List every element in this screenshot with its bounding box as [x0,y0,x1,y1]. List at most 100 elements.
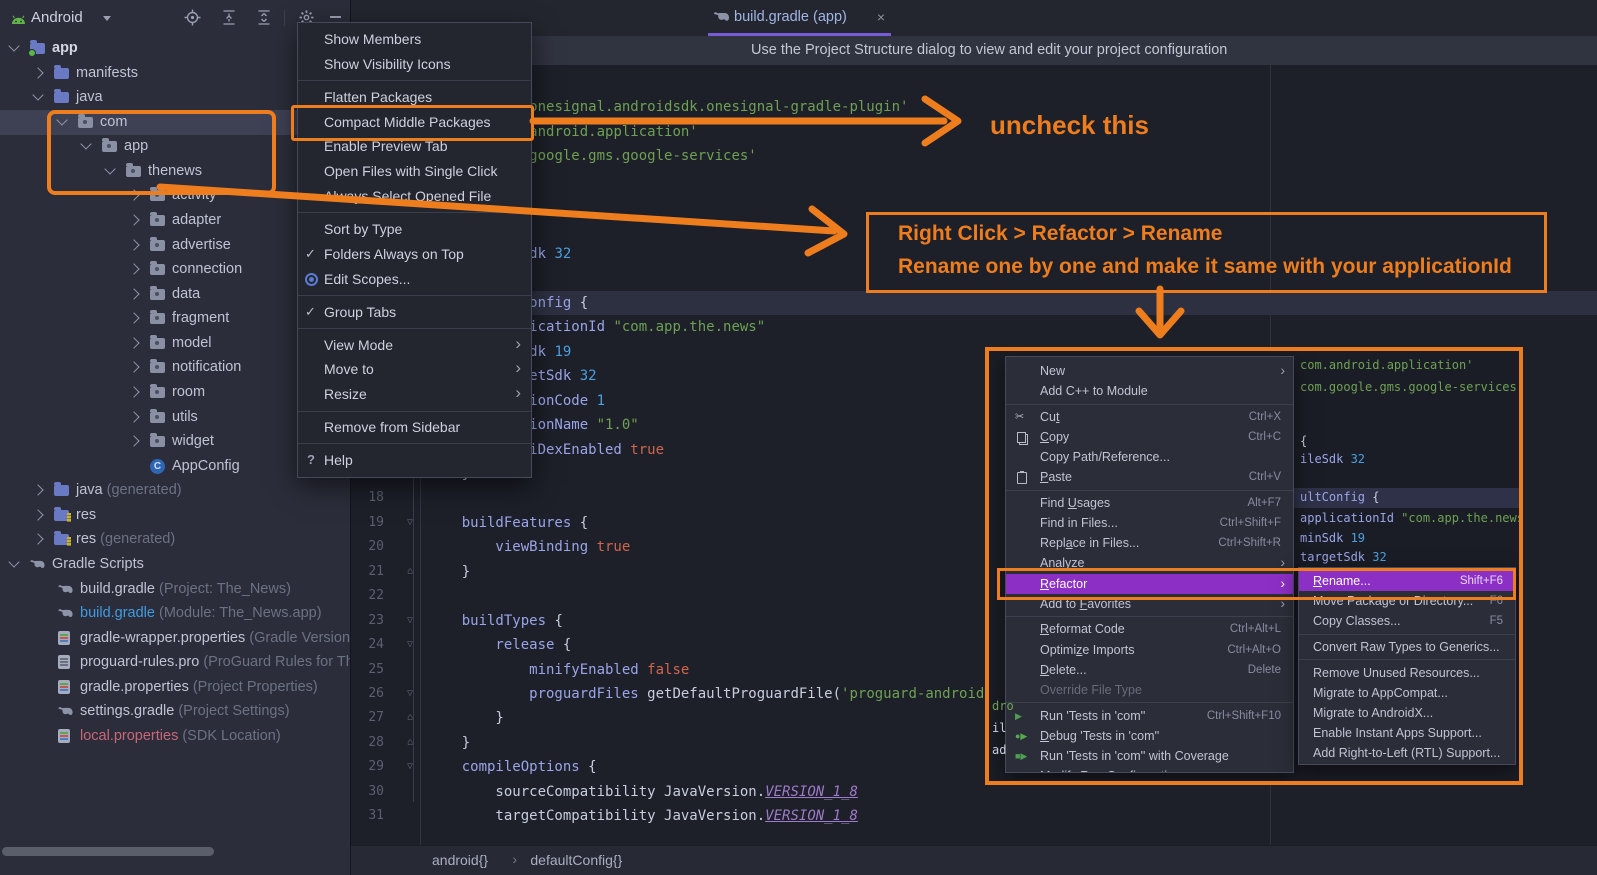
folder-icon [54,485,69,496]
inset-menu-item-add-right-to-left-rtl-support-[interactable]: Add Right-to-Left (RTL) Support... [1299,743,1515,763]
locate-file-icon[interactable] [184,9,201,26]
tree-item-settings-gradle[interactable]: settings.gradle (Project Settings) [0,699,351,724]
tree-item-label: gradle.properties (Project Properties) [80,675,318,700]
inset-menu-item-paste[interactable]: PasteCtrl+V [1006,467,1293,487]
fold-end-icon[interactable]: ⌂ [402,731,418,755]
inset-menu-item-enable-instant-apps-support-[interactable]: Enable Instant Apps Support... [1299,723,1515,743]
tree-item-suffix: (Project Settings) [174,703,289,719]
tree-item-build-gradle[interactable]: build.gradle (Module: The_News.app) [0,601,351,626]
menu-item-edit-scopes-[interactable]: Edit Scopes... [298,267,531,292]
token: "com.app.the.news" [1401,511,1523,525]
close-icon[interactable]: × [877,9,885,25]
menu-item-show-members[interactable]: Show Members [298,27,531,52]
chevron-right-icon[interactable] [128,386,139,397]
inset-menu-item-add-c-to-module[interactable]: Add C++ to Module [1006,381,1293,401]
inset-menu-item-reformat-code[interactable]: Reformat CodeCtrl+Alt+L [1006,619,1293,639]
fold-open-icon[interactable]: ▽ [402,755,418,779]
menu-item-label: Always Select Opened File [324,188,491,204]
inset-menu-item-delete-[interactable]: Delete...Delete [1006,660,1293,680]
menu-item-view-mode[interactable]: View Mode› [298,333,531,358]
inset-menu-item-migrate-to-androidx-[interactable]: Migrate to AndroidX... [1299,703,1515,723]
hide-panel-icon[interactable] [330,16,341,18]
inset-menu-item-remove-unused-resources-[interactable]: Remove Unused Resources... [1299,663,1515,683]
chevron-right-icon[interactable] [128,313,139,324]
chevron-down-icon[interactable] [8,40,19,51]
project-options-menu: Show MembersShow Visibility IconsFlatten… [297,22,532,478]
inset-menu-item-copy-classes-[interactable]: Copy Classes...F5 [1299,611,1515,631]
chevron-right-icon[interactable] [128,435,139,446]
horizontal-scrollbar[interactable] [2,847,214,856]
tree-item-res[interactable]: res [0,503,351,528]
project-view-selector[interactable]: Android [31,9,83,26]
inset-menu-item-copy[interactable]: CopyCtrl+C [1006,427,1293,447]
chevron-right-icon[interactable] [32,509,43,520]
chevron-down-icon[interactable] [8,556,19,567]
breadcrumb-item[interactable]: android{} [432,852,488,868]
inset-menu-item-optimize-imports[interactable]: Optimize ImportsCtrl+Alt+O [1006,640,1293,660]
chevron-right-icon[interactable] [32,534,43,545]
fold-open-icon[interactable]: ▽ [402,682,418,706]
shortcut-label: Ctrl+Alt+L [1230,619,1281,639]
tree-item-local-properties[interactable]: local.properties (SDK Location) [0,724,351,749]
token: 32 [1372,550,1386,564]
inset-menu-item-run-tests-in-com-[interactable]: Run 'Tests in 'com''Ctrl+Shift+F10▶ [1006,706,1293,726]
chevron-right-icon[interactable] [128,239,139,250]
inset-menu-item-find-usages[interactable]: Find UsagesAlt+F7 [1006,493,1293,513]
chevron-right-icon[interactable] [128,337,139,348]
inset-menu-item-modify-run-configuration-[interactable]: Modify Run Configuration... [1006,766,1293,773]
chevron-down-icon[interactable] [32,89,43,100]
expand-all-icon[interactable] [221,9,238,26]
inset-menu-item-debug-tests-in-com-[interactable]: Debug 'Tests in 'com''●▶ [1006,726,1293,746]
token: buildTypes [428,613,554,629]
fold-end-icon[interactable]: ⌂ [402,706,418,730]
tab-build-gradle-app[interactable]: build.gradle (app) × [708,0,891,36]
collapse-all-icon[interactable] [256,9,273,26]
chevron-right-icon[interactable] [128,263,139,274]
menu-item-always-select-opened-file[interactable]: Always Select Opened File [298,184,531,209]
tree-item-gradle-scripts[interactable]: Gradle Scripts [0,552,351,577]
inset-menu-item-override-file-type[interactable]: Override File Type [1006,680,1293,700]
chevron-right-icon[interactable] [32,485,43,496]
dropdown-arrow-icon[interactable] [103,16,111,21]
menu-item-resize[interactable]: Resize› [298,382,531,407]
menu-item-show-visibility-icons[interactable]: Show Visibility Icons [298,52,531,77]
token: true [597,539,631,555]
menu-item-open-files-with-single-click[interactable]: Open Files with Single Click [298,159,531,184]
breadcrumb-item[interactable]: defaultConfig{} [530,852,622,868]
run-icon: ▶ [1015,706,1031,726]
inset-menu-item-run-tests-in-com-with-coverage[interactable]: Run 'Tests in 'com'' with Coverage■▶ [1006,746,1293,766]
inset-menu-item-convert-raw-types-to-generics-[interactable]: Convert Raw Types to Generics... [1299,637,1515,657]
inset-menu-item-replace-in-files-[interactable]: Replace in Files...Ctrl+Shift+R [1006,533,1293,553]
menu-item-group-tabs[interactable]: Group Tabs✓ [298,300,531,325]
inset-menu-item-cut[interactable]: CutCtrl+X✂ [1006,407,1293,427]
menu-separator [1006,490,1293,491]
menu-item-folders-always-on-top[interactable]: Folders Always on Top✓ [298,242,531,267]
chevron-right-icon[interactable] [128,214,139,225]
menu-item-move-to[interactable]: Move to› [298,357,531,382]
android-logo-icon [10,12,27,30]
menu-item-help[interactable]: Help? [298,448,531,473]
tree-item-build-gradle[interactable]: build.gradle (Project: The_News) [0,577,351,602]
fold-open-icon[interactable]: ▽ [402,609,418,633]
tree-item-java[interactable]: java (generated) [0,478,351,503]
menu-item-label: Enable Instant Apps Support... [1313,726,1482,740]
tree-item-gradle-properties[interactable]: gradle.properties (Project Properties) [0,675,351,700]
tree-item-gradle-wrapper-properties[interactable]: gradle-wrapper.properties (Gradle Versio… [0,626,351,651]
android-studio-window: Android appmanifestsjavacomappthenewsact… [0,0,1597,875]
menu-item-label: Replace in Files... [1040,536,1139,550]
fold-end-icon[interactable]: ⌂ [402,560,418,584]
menu-item-sort-by-type[interactable]: Sort by Type [298,217,531,242]
fold-open-icon[interactable]: ▽ [402,511,418,535]
menu-item-remove-from-sidebar[interactable]: Remove from Sidebar [298,415,531,440]
tree-item-res[interactable]: res (generated) [0,527,351,552]
inset-menu-item-find-in-files-[interactable]: Find in Files...Ctrl+Shift+F [1006,513,1293,533]
chevron-right-icon[interactable] [128,288,139,299]
fold-open-icon[interactable]: ▽ [402,633,418,657]
inset-menu-item-new[interactable]: New› [1006,361,1293,381]
inset-menu-item-copy-path-reference-[interactable]: Copy Path/Reference... [1006,447,1293,467]
chevron-right-icon[interactable] [128,411,139,422]
tree-item-proguard-rules-pro[interactable]: proguard-rules.pro (ProGuard Rules for T… [0,650,351,675]
chevron-right-icon[interactable] [32,67,43,78]
inset-menu-item-migrate-to-appcompat-[interactable]: Migrate to AppCompat... [1299,683,1515,703]
chevron-right-icon[interactable] [128,362,139,373]
